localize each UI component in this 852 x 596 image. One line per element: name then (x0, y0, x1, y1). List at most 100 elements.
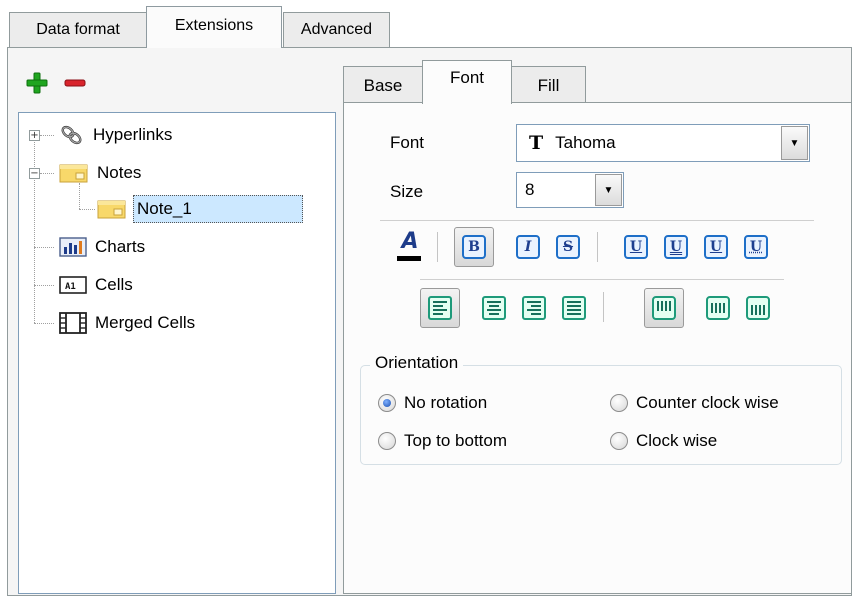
bold-glyph: B (468, 239, 480, 255)
dropdown-arrow-icon[interactable]: ▼ (595, 174, 622, 206)
radio-button[interactable] (610, 394, 628, 412)
align-right-button[interactable] (522, 296, 546, 320)
underline-single-button[interactable]: U (624, 235, 648, 259)
valign-bottom-icon (746, 296, 770, 320)
font-select-value: Tahoma (555, 133, 616, 152)
radio-label: Counter clock wise (636, 393, 779, 412)
radio-counter-clock-wise[interactable]: Counter clock wise (610, 393, 779, 413)
radio-button-checked[interactable] (378, 394, 396, 412)
tree-line (79, 209, 95, 210)
truetype-font-icon: T (529, 132, 544, 154)
tree-line (40, 135, 54, 136)
font-select[interactable]: T Tahoma ▼ (516, 124, 810, 162)
extensions-tree[interactable]: + − Hyperlinks Notes Note_1 Charts A1 Ce… (18, 112, 336, 594)
orientation-title: Orientation (370, 353, 464, 373)
tab-base-label: Base (363, 76, 403, 95)
tree-item-label: Note_1 (133, 195, 303, 223)
tree-item-charts[interactable]: Charts (59, 232, 145, 262)
strikethrough-icon: S (562, 239, 574, 255)
underline-double-button[interactable]: U (664, 235, 688, 259)
cells-icon: A1 (59, 276, 87, 294)
underline-single-icon: U (629, 239, 643, 255)
tree-item-hyperlinks[interactable]: Hyperlinks (59, 120, 172, 150)
valign-center-icon (706, 296, 730, 320)
underline-double-accounting-button[interactable]: U (744, 235, 768, 259)
plus-icon (26, 72, 48, 94)
align-left-icon (428, 296, 452, 320)
hyperlink-icon (61, 125, 82, 145)
tab-extensions[interactable]: Extensions (146, 6, 282, 48)
italic-icon: I (524, 239, 532, 255)
tree-item-merged-cells[interactable]: Merged Cells (59, 308, 195, 338)
dropdown-arrow-icon[interactable]: ▼ (781, 126, 808, 160)
radio-top-to-bottom[interactable]: Top to bottom (378, 431, 507, 451)
tab-font[interactable]: Font (422, 60, 512, 104)
valign-center-button[interactable] (706, 296, 730, 325)
toolbar-separator (603, 292, 604, 322)
remove-button[interactable] (64, 72, 86, 94)
align-left-button[interactable] (420, 288, 460, 328)
tree-line (34, 285, 54, 286)
tree-item-label: Cells (95, 275, 133, 294)
expand-toggle-hyperlinks[interactable]: + (29, 130, 40, 141)
font-color-icon: A (401, 229, 419, 254)
radio-no-rotation[interactable]: No rotation (378, 393, 487, 413)
svg-text:A1: A1 (65, 282, 76, 292)
tree-line (34, 135, 35, 323)
underline-double-accounting-icon: U (749, 239, 763, 255)
note-icon (59, 164, 88, 183)
italic-button[interactable]: I (516, 235, 540, 259)
underline-accounting-button[interactable]: U (704, 235, 728, 259)
bold-icon: B (462, 235, 486, 259)
tree-item-cells[interactable]: A1 Cells (59, 270, 133, 300)
toolbar-divider (380, 220, 814, 221)
size-select-value: 8 (525, 180, 535, 199)
align-justify-button[interactable] (562, 296, 586, 320)
toolbar-divider (420, 279, 784, 280)
underline-double-icon: U (669, 239, 683, 255)
tab-data-format[interactable]: Data format (9, 12, 147, 47)
tree-item-note-1[interactable]: Note_1 (97, 194, 303, 224)
tab-font-label: Font (449, 68, 485, 87)
tab-extensions-label: Extensions (174, 17, 254, 34)
strikethrough-button[interactable]: S (556, 235, 580, 259)
size-select[interactable]: 8 ▼ (516, 172, 624, 208)
tree-item-label: Charts (95, 237, 146, 256)
valign-bottom-button[interactable] (746, 296, 770, 325)
tab-data-format-label: Data format (36, 21, 120, 38)
size-label: Size (390, 182, 424, 201)
radio-button[interactable] (610, 432, 628, 450)
tab-advanced[interactable]: Advanced (283, 12, 390, 47)
tree-item-label: Merged Cells (95, 313, 196, 332)
tree-line (34, 247, 54, 248)
tree-item-label: Hyperlinks (93, 125, 173, 144)
tree-item-notes[interactable]: Notes (59, 158, 141, 188)
bold-button[interactable]: B (454, 227, 494, 267)
tab-fill-label: Fill (537, 76, 560, 95)
valign-top-button[interactable] (644, 288, 684, 328)
radio-clock-wise[interactable]: Clock wise (610, 431, 717, 451)
tab-fill[interactable]: Fill (511, 66, 586, 103)
tree-line (34, 323, 54, 324)
font-color-swatch (397, 256, 421, 261)
collapse-toggle-notes[interactable]: − (29, 168, 40, 179)
extensions-toolbar (10, 60, 335, 105)
font-label: Font (390, 133, 425, 152)
radio-label: No rotation (404, 393, 488, 412)
note-icon (97, 200, 126, 219)
align-center-button[interactable] (482, 296, 506, 320)
tab-base[interactable]: Base (343, 66, 423, 103)
minus-icon (64, 79, 86, 87)
merged-cells-icon (59, 312, 87, 334)
valign-top-icon (652, 296, 676, 320)
tree-item-label: Notes (97, 163, 142, 182)
chart-icon (59, 237, 87, 257)
font-color-button[interactable]: A (397, 230, 423, 264)
radio-button[interactable] (378, 432, 396, 450)
tree-line (40, 173, 54, 174)
add-button[interactable] (26, 72, 48, 94)
radio-label: Top to bottom (404, 431, 508, 450)
radio-label: Clock wise (636, 431, 718, 450)
toolbar-separator (597, 232, 598, 262)
tab-advanced-label: Advanced (300, 21, 373, 38)
